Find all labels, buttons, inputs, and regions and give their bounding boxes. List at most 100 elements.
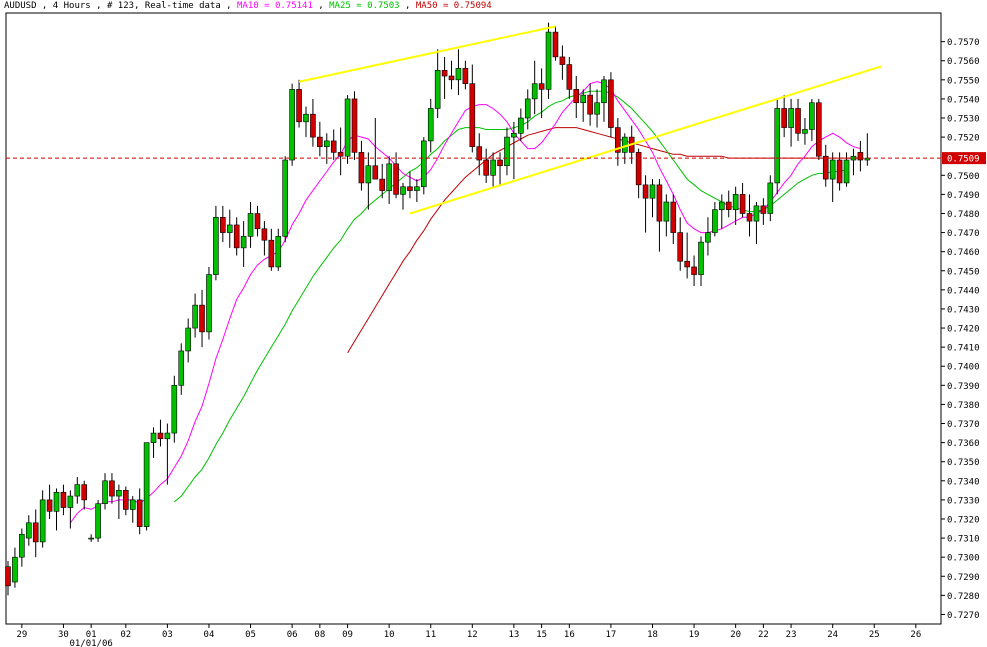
candle-body [226,224,233,233]
candle-body [857,152,864,161]
y-tick-label: 0.7550 [947,76,980,86]
candle-body [739,194,746,214]
candle-body [74,484,81,497]
candle-body [268,239,275,268]
y-tick-label: 0.7380 [947,401,980,411]
candle-body [712,209,718,233]
x-tick-label: 19 [689,630,700,640]
candle-body [310,113,316,138]
x-tick-label: 08 [314,630,325,640]
candle-body [441,69,448,77]
current-price-label: 0.7509 [947,155,980,165]
chart-header: AUDUSD , 4 Hours , # 123, Real-time data… [4,0,492,12]
candle-body [566,64,573,90]
symbol-info: AUDUSD , 4 Hours , # 123, Real-time data [4,1,221,11]
y-tick-label: 0.7310 [947,535,980,545]
candle-body [753,205,760,222]
candle-body [296,89,302,123]
candle-body [344,98,351,157]
y-tick-label: 0.7300 [947,554,980,564]
candle-body [760,205,767,214]
candle-body [414,186,420,191]
candle-body [379,178,386,191]
candle-body [116,490,122,497]
x-tick-label: 20 [730,630,741,640]
x-tick-label: 12 [467,630,478,640]
candle-body [649,184,656,199]
candle-body [483,159,489,176]
candle-body [157,432,164,440]
candle-body [455,68,462,81]
y-tick-label: 0.7360 [947,439,980,449]
candle-body [67,495,74,508]
y-tick-label: 0.7470 [947,229,980,239]
x-axis: 29 30 01 02 03 04 05 06 08 09 10 11 12 13 15 16 17 18 19 20… [16,624,921,647]
y-tick-label: 0.7570 [947,38,980,48]
candle-body [829,159,836,180]
x-tick-label: 24 [827,630,838,640]
candle-body [32,522,39,543]
candle-body [351,98,358,153]
y-tick-label: 0.7390 [947,382,980,392]
candle-body [809,102,815,130]
candle-body [102,480,108,505]
y-tick-label: 0.7420 [947,325,980,335]
y-tick-label: 0.7500 [947,172,980,182]
candle-body [185,327,191,352]
candle-body [843,159,850,184]
candle-body [220,217,226,233]
y-tick-label: 0.7410 [947,344,980,354]
x-tick-label: 17 [605,630,616,640]
candle-body [725,201,732,210]
candle-body [788,108,794,128]
candle-body [60,491,67,508]
candle-body [698,241,704,275]
candle-body [53,491,60,512]
candle-body [490,159,496,176]
candle-body [497,159,503,167]
x-tick-label: 26 [910,630,921,640]
candle-body [511,132,517,138]
candle-body [5,566,11,587]
candle-body [836,159,843,184]
y-axis: 0.7570 0.7560 0.7550 0.7540 0.7530 0.7520 0.75… [941,38,980,621]
chart-window: 0.7509 0.7570 0.7560 0.7550 0.7540 0.7530 0.7… [0,0,987,647]
candle-body [323,140,330,147]
date-marker-label: 01/01/06 [69,639,112,647]
candle-body [46,499,53,512]
candle-body [123,490,129,510]
candle-body [642,184,649,199]
candle-body [705,232,711,243]
y-tick-label: 0.7450 [947,267,980,277]
x-tick-label: 09 [342,630,353,640]
candle-body [732,194,739,210]
candle-body [427,108,434,142]
candle-body [795,108,801,134]
y-tick-label: 0.7430 [947,305,980,315]
candle-body [192,304,198,329]
candle-body [25,522,32,539]
x-tick-label: 05 [245,630,256,640]
candle-body [261,228,268,241]
candle-body [448,75,455,81]
x-tick-label: 11 [425,630,436,640]
candle-body [365,165,372,184]
candle-body [233,224,240,249]
y-tick-label: 0.7480 [947,210,980,220]
candle-body [608,79,614,128]
x-tick-label: 15 [536,630,547,640]
candle-body [282,159,289,237]
candle-body [81,484,88,501]
candle-body [400,186,406,195]
candle-body [677,232,684,262]
y-tick-label: 0.7320 [947,515,980,525]
x-tick-label: 18 [647,630,658,640]
x-tick-label: 22 [758,630,769,640]
candle-body [275,236,282,268]
x-tick-label: 03 [162,630,173,640]
x-tick-label: 29 [16,630,27,640]
candle-body [88,537,94,540]
candle-body [240,236,247,249]
x-tick-label: 13 [508,630,519,640]
candle-body [524,98,531,119]
